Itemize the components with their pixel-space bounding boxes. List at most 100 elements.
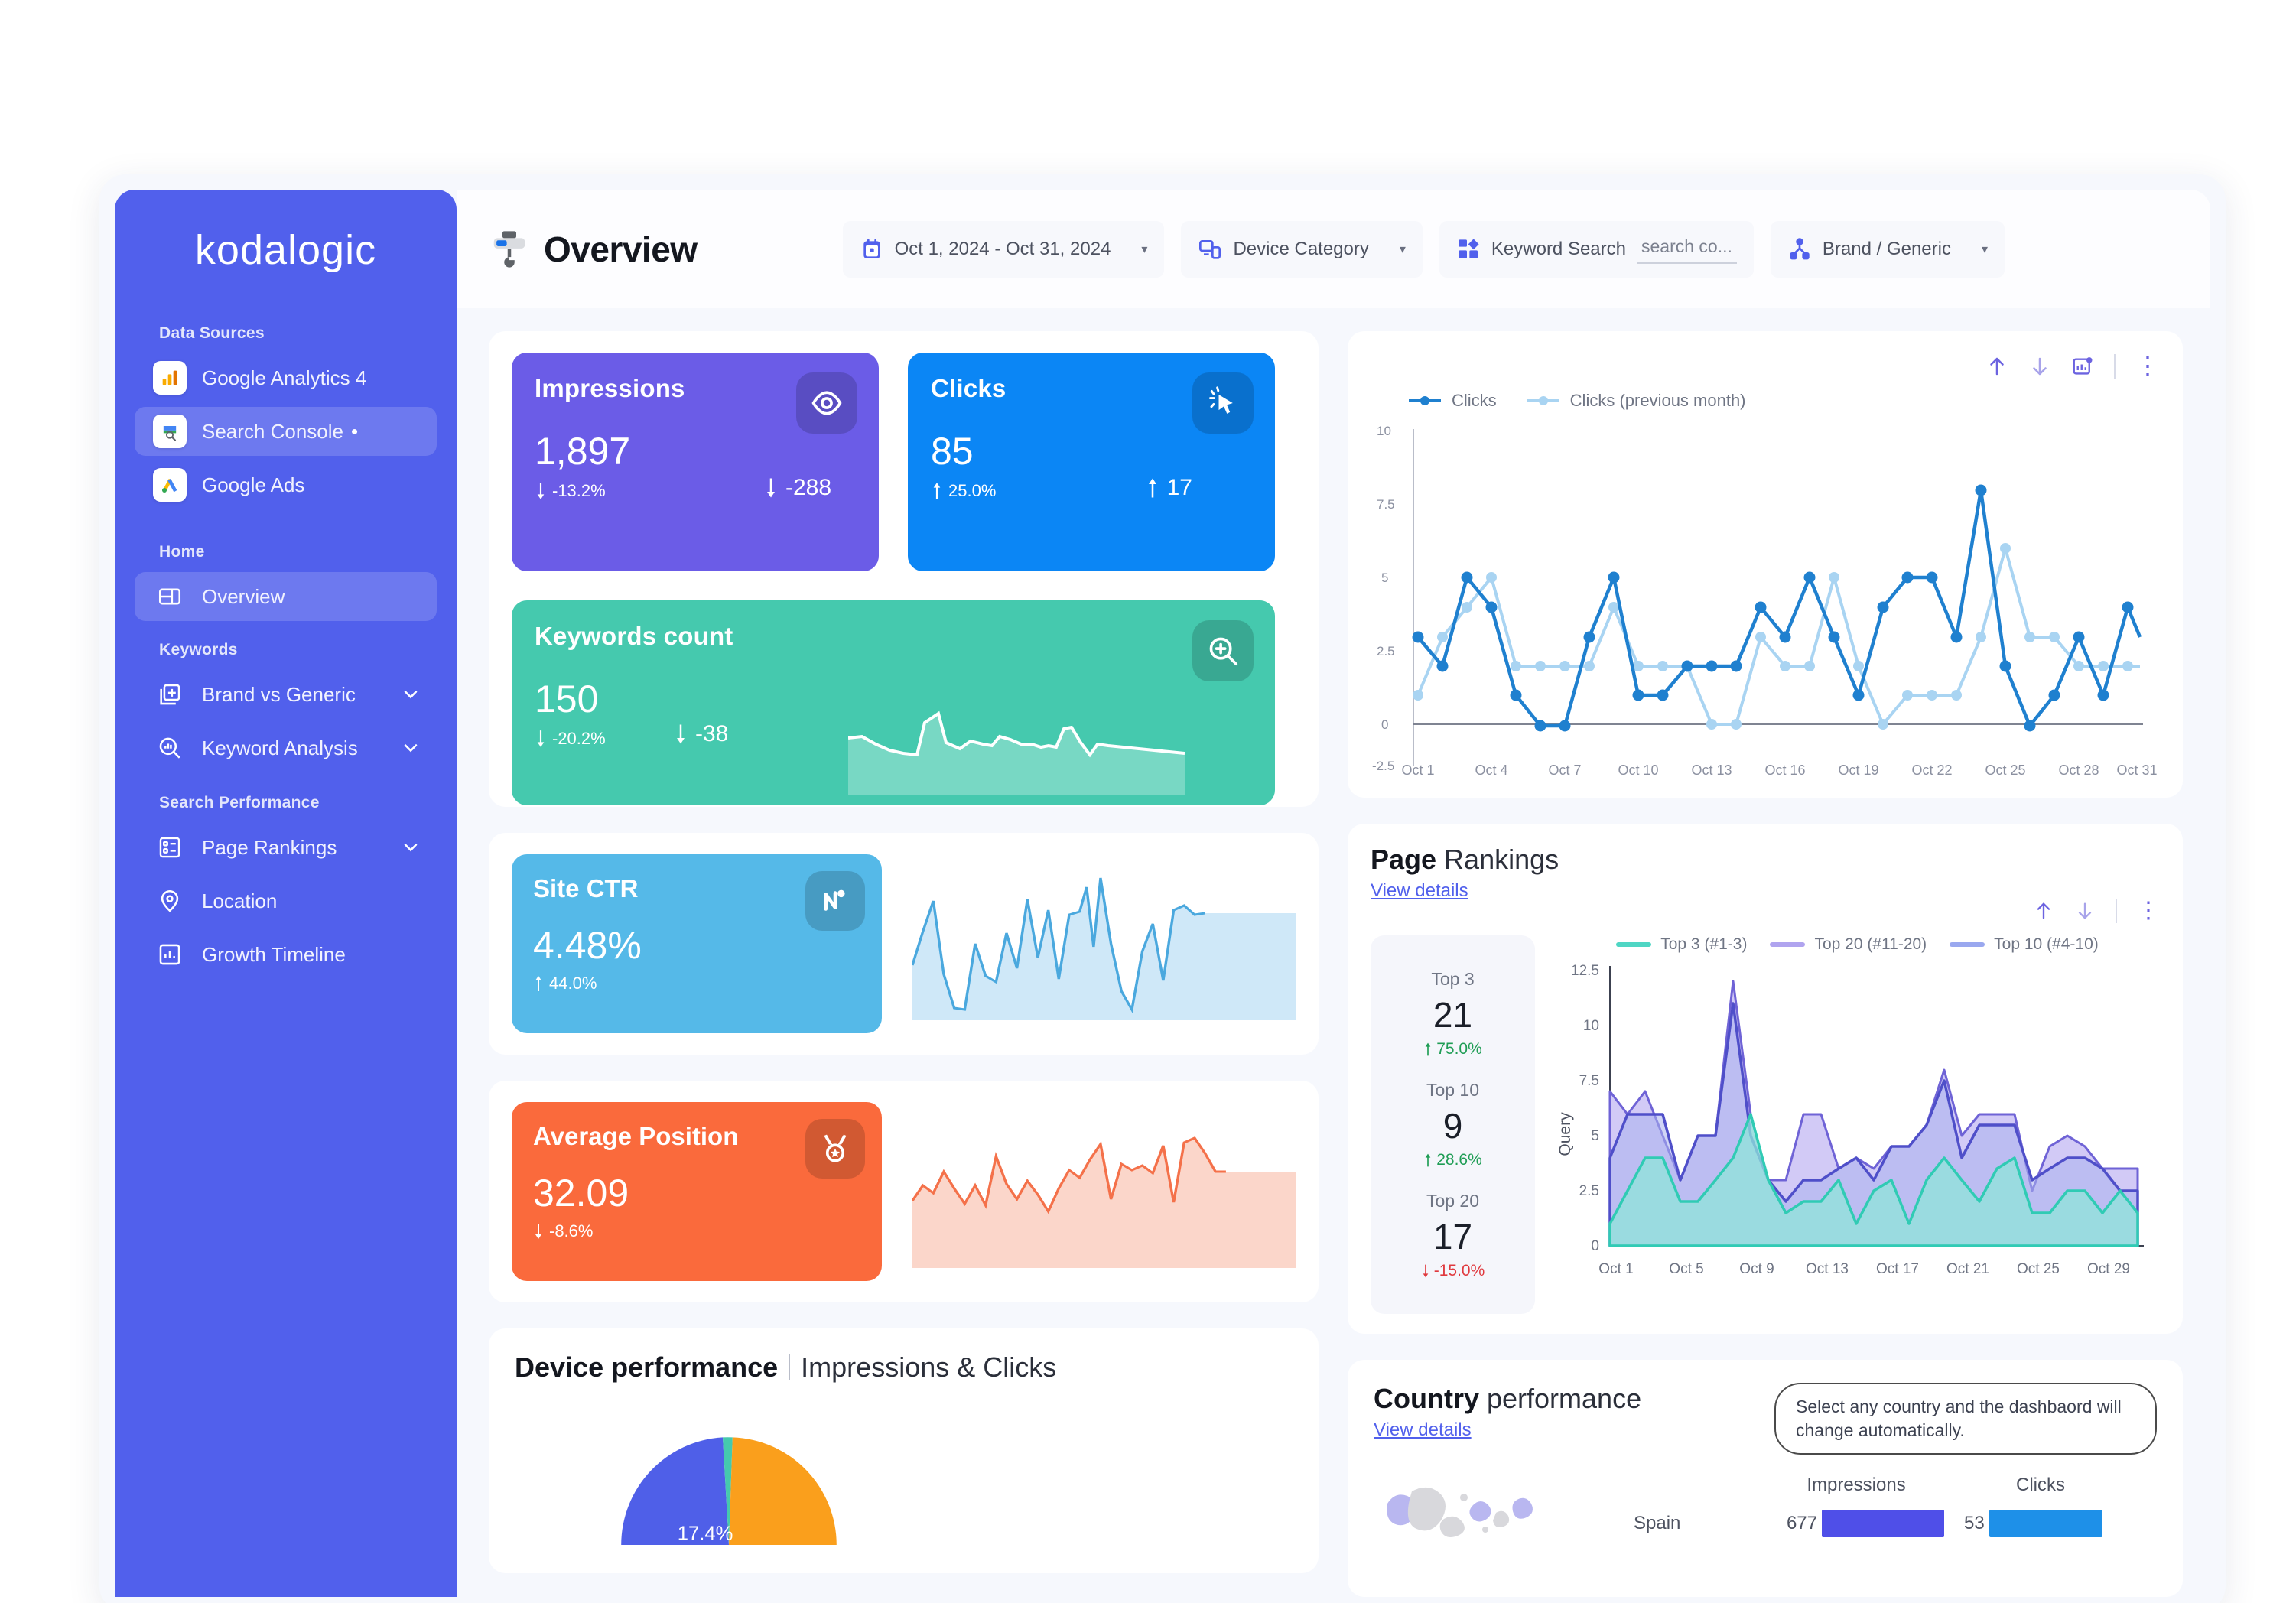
impressions-bar [1822, 1510, 1944, 1538]
search-input[interactable]: search co... [1637, 235, 1737, 264]
sidebar-section-search-performance: Search Performance [159, 794, 320, 811]
add-page-icon [153, 678, 187, 711]
country-table: Impressions Clicks Spain 677 53 [1634, 1475, 2117, 1582]
sort-desc-icon[interactable] [2074, 900, 2096, 922]
rank-label: Top 10 [1426, 1080, 1480, 1100]
grid-shapes-icon [1456, 237, 1481, 262]
svg-text:Oct 7: Oct 7 [1548, 762, 1581, 778]
sort-asc-icon[interactable] [1985, 355, 2008, 378]
sidebar: kodalogic Data Sources Google Analytics … [115, 190, 457, 1597]
search-console-icon [153, 415, 187, 448]
kpi-delta-absolute: -38 [674, 721, 728, 747]
keyword-search-filter[interactable]: Keyword Search search co... [1439, 220, 1754, 278]
google-analytics-icon [153, 361, 187, 395]
chevron-down-icon[interactable] [400, 737, 421, 759]
sidebar-item-google-ads[interactable]: Google Ads [135, 460, 437, 509]
rank-value: 21 [1433, 995, 1473, 1035]
kpi-delta-absolute: 17 [1146, 475, 1192, 501]
legend-item-top-3[interactable]: Top 3 (#1-3) [1616, 935, 1747, 954]
app-window: kodalogic Data Sources Google Analytics … [99, 174, 2226, 1603]
kpi-card-site-ctr[interactable]: Site CTR 4.48% 44.0% [512, 854, 882, 1033]
world-map [1387, 1487, 1533, 1538]
sidebar-section-keywords: Keywords [159, 641, 238, 658]
page-rankings-legend: Top 3 (#1-3) Top 20 (#11-20) Top 10 (#4-… [1555, 935, 2160, 954]
screen: { "brand": { "name": "kodalogic" }, "sid… [0, 0, 2296, 1603]
clicks-chart-toolbar: ⋮ [1371, 351, 2160, 382]
chevron-down-icon[interactable] [400, 684, 421, 705]
sidebar-item-label: Search Console [202, 419, 343, 443]
more-options-icon[interactable]: ⋮ [2135, 353, 2160, 378]
legend-item-clicks-previous-month[interactable]: Clicks (previous month) [1526, 391, 1746, 411]
svg-text:Oct 25: Oct 25 [2017, 1261, 2060, 1277]
svg-text:Oct 10: Oct 10 [1618, 762, 1658, 778]
sidebar-item-search-console[interactable]: Search Console • [135, 407, 437, 456]
legend-item-top-10[interactable]: Top 10 (#4-10) [1950, 935, 2099, 954]
chevron-down-icon[interactable]: ▾ [1982, 242, 1988, 257]
sidebar-item-page-rankings[interactable]: Page Rankings [135, 823, 437, 872]
more-options-icon[interactable]: ⋮ [2137, 899, 2160, 922]
rank-stat-top-10: Top 10 9 28.6% [1423, 1069, 1482, 1180]
brand-logo: kodalogic [194, 227, 377, 273]
svg-text:10: 10 [1377, 424, 1391, 438]
sidebar-section-data-sources: Data Sources [159, 324, 265, 342]
rank-change: -15.0% [1421, 1262, 1485, 1280]
kpi-value: 85 [931, 430, 974, 473]
y-axis-label: Query [1556, 1112, 1574, 1156]
chart-settings-icon[interactable] [2071, 355, 2094, 378]
sidebar-item-label: Brand vs Generic [202, 682, 356, 706]
kpi-card-keywords-count[interactable]: Keywords count 150 -20.2% -38 [512, 600, 1275, 805]
divider [789, 1354, 791, 1380]
device-category-filter[interactable]: Device Category ▾ [1181, 220, 1423, 278]
svg-text:Oct 9: Oct 9 [1739, 1261, 1774, 1277]
view-details-link[interactable]: View details [1374, 1419, 1472, 1441]
country-performance-panel: Country performance View details Select … [1348, 1360, 2183, 1597]
sidebar-item-brand-vs-generic[interactable]: Brand vs Generic [135, 670, 437, 719]
svg-text:Oct 1: Oct 1 [1598, 1261, 1633, 1277]
chevron-down-icon[interactable] [400, 837, 421, 858]
svg-text:Oct 13: Oct 13 [1806, 1261, 1849, 1277]
date-range-filter[interactable]: Oct 1, 2024 - Oct 31, 2024 ▾ [842, 220, 1165, 278]
svg-text:Oct 22: Oct 22 [1911, 762, 1952, 778]
country-performance-title: Country performance [1374, 1383, 1642, 1414]
page-rankings-title: Page Rankings [1371, 844, 1559, 875]
kpi-delta-absolute: -288 [764, 475, 831, 501]
cell-clicks: 53 [1964, 1513, 1985, 1534]
devices-icon [1198, 237, 1222, 262]
legend-item-top-20[interactable]: Top 20 (#11-20) [1770, 935, 1927, 954]
legend-item-clicks[interactable]: Clicks [1407, 391, 1497, 411]
sidebar-item-label: Keyword Analysis [202, 736, 358, 759]
svg-text:Oct 17: Oct 17 [1876, 1261, 1919, 1277]
country-tip: Select any country and the dashbaord wil… [1774, 1383, 2157, 1455]
svg-text:Oct 28: Oct 28 [2058, 762, 2099, 778]
sidebar-item-growth-timeline[interactable]: Growth Timeline [135, 930, 437, 979]
sidebar-item-overview[interactable]: Overview [135, 572, 437, 621]
kpi-card-clicks[interactable]: Clicks 85 25.0% 17 [908, 353, 1275, 571]
kpi-card-average-position[interactable]: Average Position 32.09 -8.6% [512, 1102, 882, 1281]
chevron-down-icon[interactable]: ▾ [1400, 242, 1406, 257]
table-header: Impressions Clicks [1634, 1475, 2117, 1496]
sidebar-item-google-analytics-4[interactable]: Google Analytics 4 [135, 353, 437, 402]
page-title: Overview [544, 229, 698, 269]
sort-desc-icon[interactable] [2028, 355, 2051, 378]
svg-text:Oct 1: Oct 1 [1401, 762, 1434, 778]
device-performance-title: Device performance Impressions & Clicks [515, 1351, 1057, 1383]
date-range-label: Oct 1, 2024 - Oct 31, 2024 [894, 238, 1111, 259]
search-console-tool-icon [489, 229, 530, 270]
sort-asc-icon[interactable] [2033, 900, 2054, 922]
chevron-down-icon[interactable]: ▾ [1141, 242, 1147, 257]
rank-value: 17 [1433, 1217, 1473, 1257]
hierarchy-icon [1787, 237, 1812, 262]
sidebar-item-label: Location [202, 889, 278, 912]
table-row[interactable]: Spain 677 53 [1634, 1510, 2117, 1538]
svg-text:Oct 25: Oct 25 [1985, 762, 2025, 778]
svg-text:12.5: 12.5 [1571, 963, 1599, 979]
kpi-card-impressions[interactable]: Impressions 1,897 -13.2% -288 [512, 353, 879, 571]
brand-generic-filter[interactable]: Brand / Generic ▾ [1770, 220, 2005, 278]
view-details-link[interactable]: View details [1371, 880, 1468, 902]
svg-text:5: 5 [1381, 571, 1388, 585]
sidebar-item-keyword-analysis[interactable]: Keyword Analysis [135, 723, 437, 772]
svg-text:Oct 13: Oct 13 [1691, 762, 1732, 778]
rank-label: Top 3 [1431, 969, 1475, 989]
google-ads-icon [153, 468, 187, 502]
sidebar-item-location[interactable]: Location [135, 876, 437, 925]
